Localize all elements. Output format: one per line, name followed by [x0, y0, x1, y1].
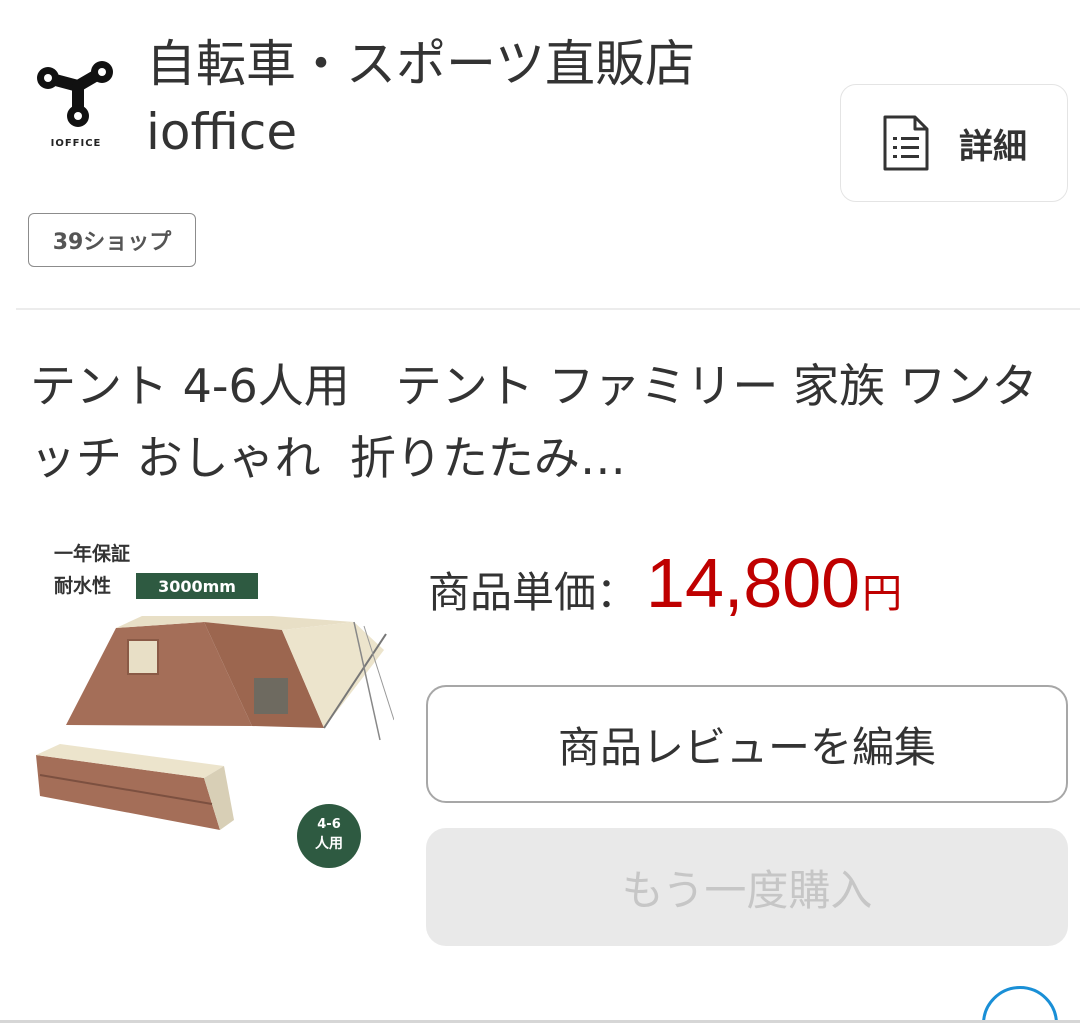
more-button[interactable]: •••: [982, 986, 1058, 1023]
price-unit: 円: [862, 571, 903, 617]
image-waterproof-label: 耐水性: [54, 574, 111, 597]
logo-text: IOFFICE: [50, 138, 102, 149]
price-value: 14,800: [646, 544, 861, 622]
document-list-icon: [883, 115, 929, 171]
price-label: 商品単価：: [428, 568, 639, 617]
price-row: 商品単価： 14,800 円: [428, 548, 902, 620]
shop-detail-button[interactable]: 詳細: [840, 84, 1068, 202]
detail-label: 詳細: [959, 126, 1027, 167]
image-capacity-line2: 人用: [315, 835, 343, 852]
shop-logo[interactable]: IOFFICE: [34, 58, 118, 154]
shop-name[interactable]: 自転車・スポーツ直販店ioffice: [146, 30, 796, 166]
image-waterproof-value: 3000mm: [158, 577, 236, 596]
divider: [16, 308, 1080, 310]
buy-again-button[interactable]: もう一度購入: [426, 828, 1068, 946]
product-image[interactable]: 一年保証 耐水性 3000mm 4-6 人用: [24, 530, 395, 890]
edit-review-button[interactable]: 商品レビューを編集: [426, 685, 1068, 803]
shop-badge: 39ショップ: [28, 213, 196, 267]
tent-product-image: 一年保証 耐水性 3000mm 4-6 人用: [36, 542, 395, 868]
ioffice-chain-logo-icon: [37, 61, 113, 127]
image-capacity-line1: 4-6: [317, 817, 341, 832]
image-warranty-text: 一年保証: [54, 542, 130, 565]
product-title[interactable]: テント 4-6人用 テント ファミリー 家族 ワンタッチ おしゃれ 折りたたみ…: [30, 350, 1040, 494]
